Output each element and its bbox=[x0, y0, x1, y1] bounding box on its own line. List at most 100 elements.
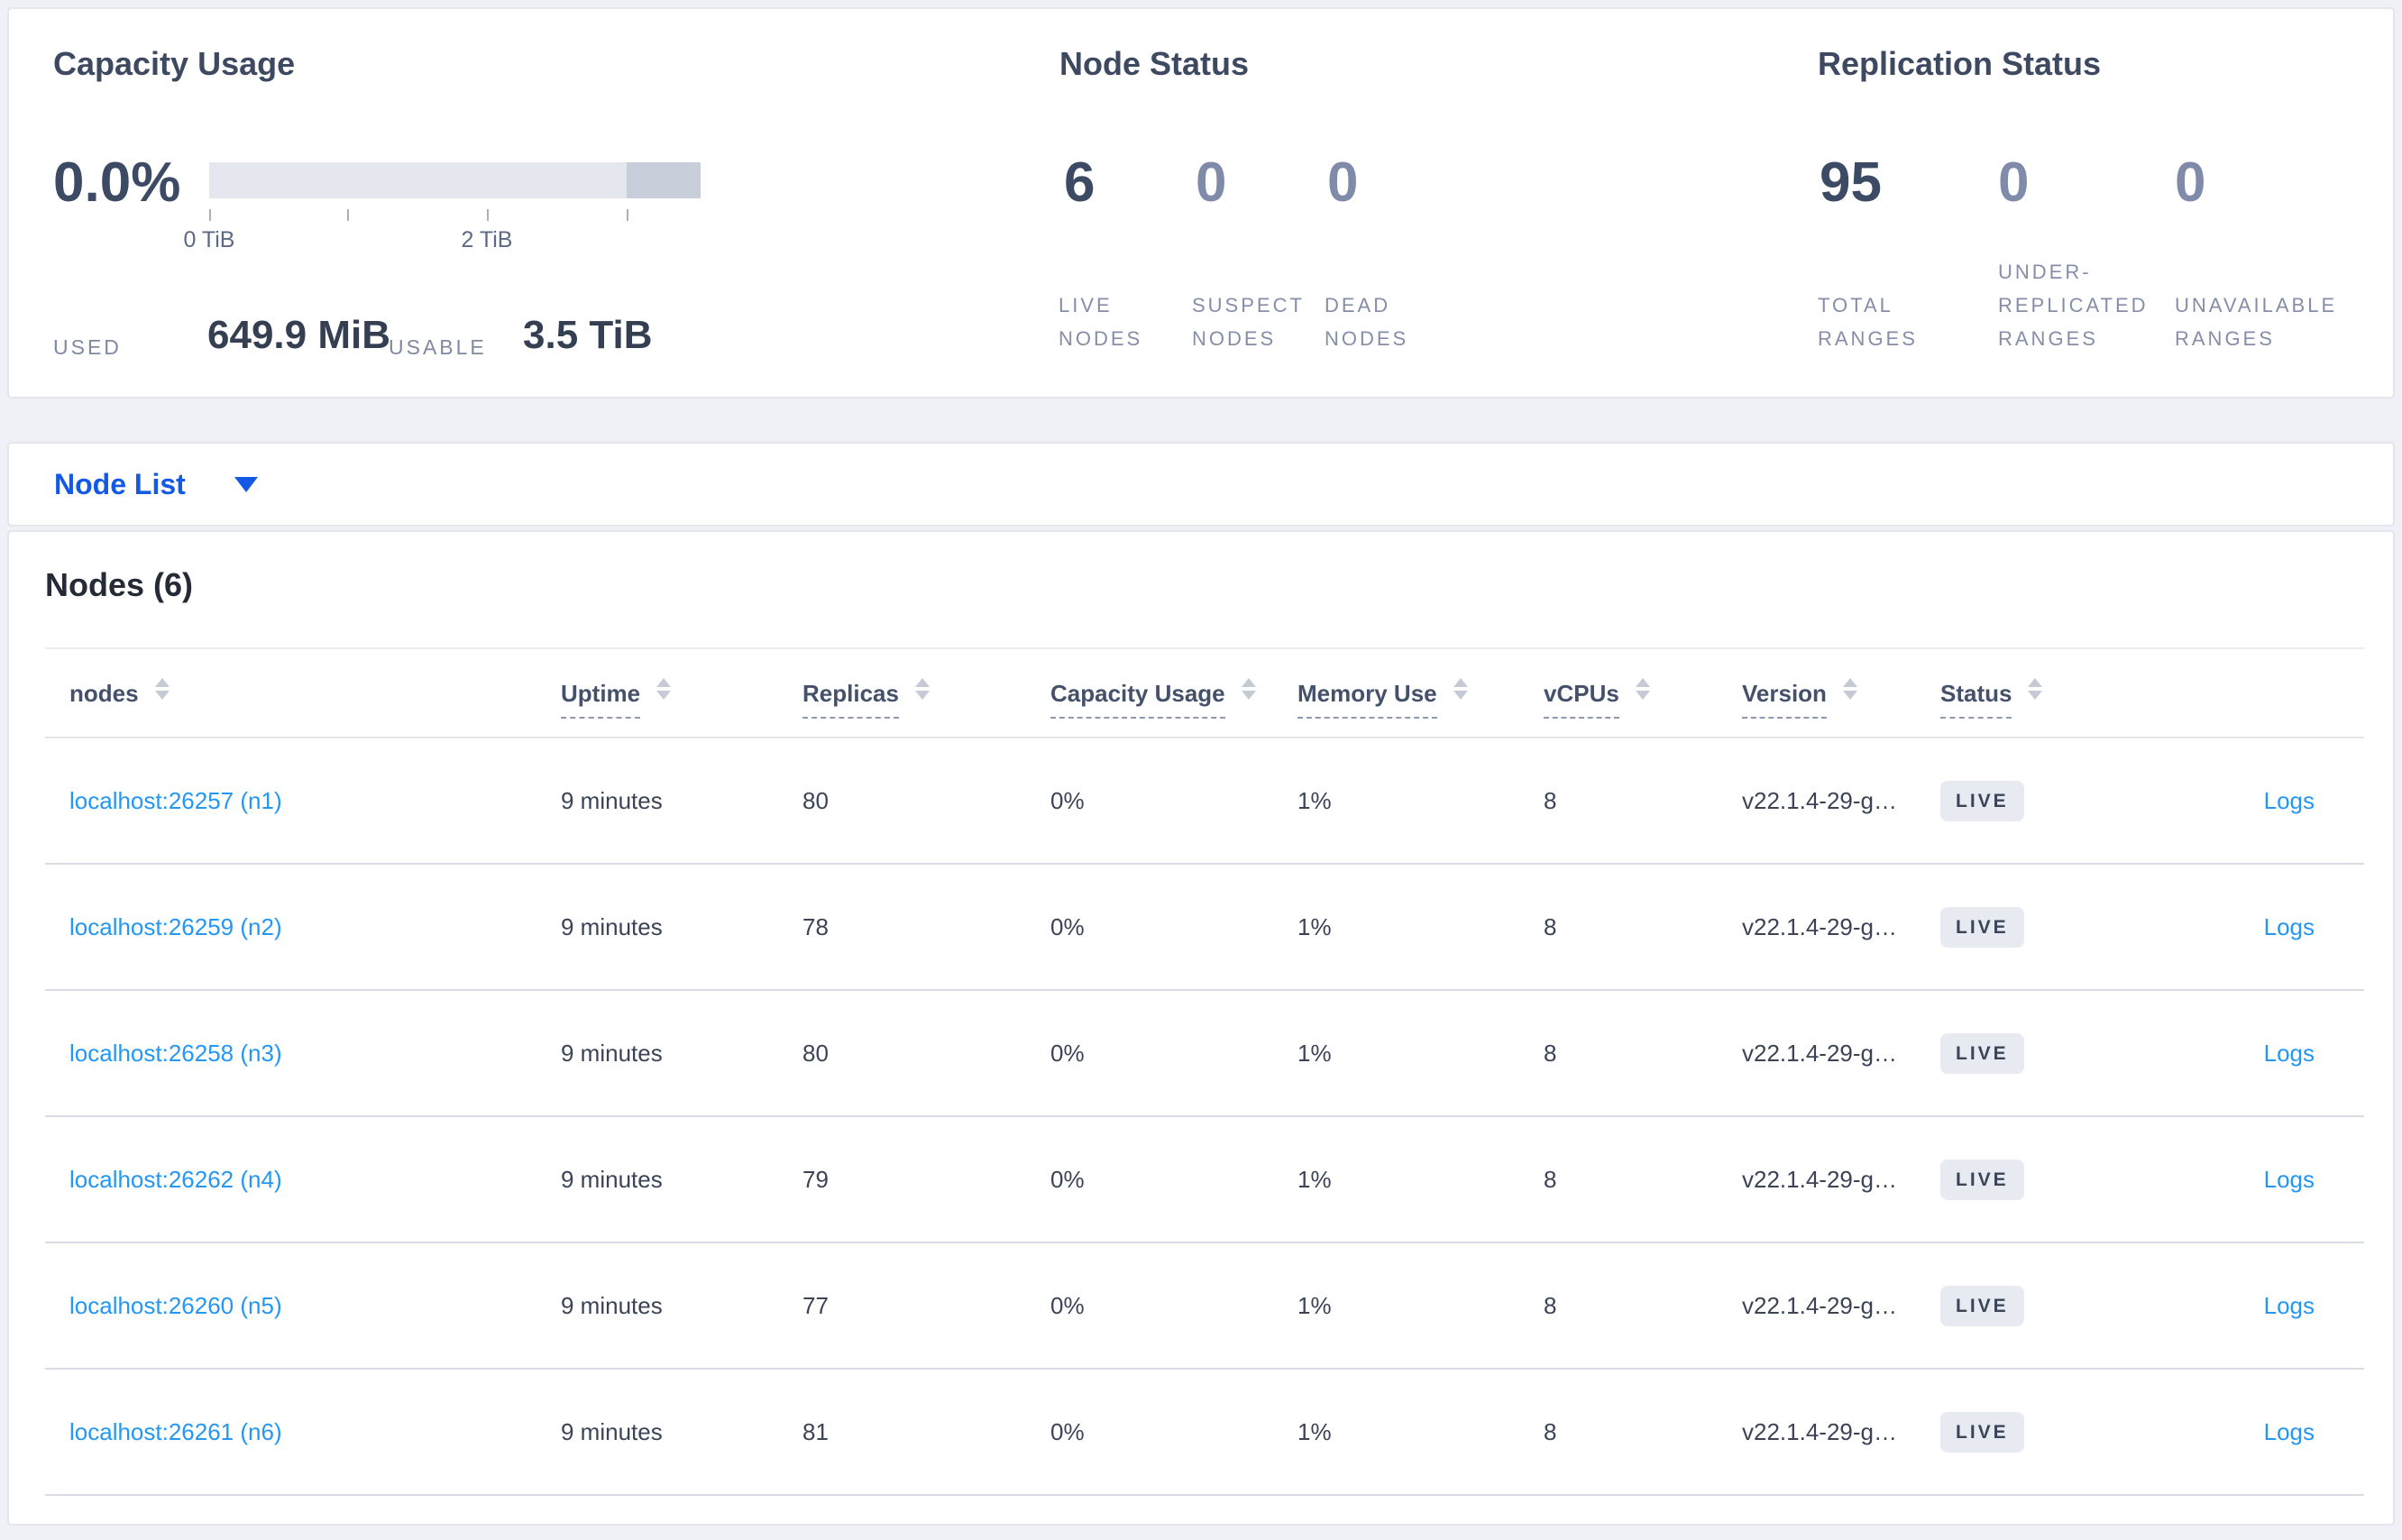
table-row: localhost:26260 (n5) 9 minutes 77 0% 1% … bbox=[45, 1242, 2364, 1369]
vcpus-cell: 8 bbox=[1544, 1039, 1557, 1067]
vcpus-cell: 8 bbox=[1544, 912, 1557, 940]
node-link[interactable]: localhost:26261 (n6) bbox=[69, 1418, 282, 1445]
node-link[interactable]: localhost:26258 (n3) bbox=[69, 1040, 282, 1067]
column-header-logs bbox=[2175, 648, 2364, 738]
capacity-cell: 0% bbox=[1050, 786, 1085, 814]
table-row: localhost:26258 (n3) 9 minutes 80 0% 1% … bbox=[45, 990, 2364, 1116]
capacity-usage-title: Capacity Usage bbox=[53, 45, 296, 82]
column-header-memory-use[interactable]: Memory Use bbox=[1297, 648, 1544, 738]
nodes-table-title: Nodes (6) bbox=[45, 566, 194, 603]
logs-link[interactable]: Logs bbox=[2264, 1292, 2315, 1319]
version-cell: v22.1.4-29-g… bbox=[1742, 1039, 1897, 1067]
axis-tick bbox=[347, 209, 349, 221]
uptime-cell: 9 minutes bbox=[561, 1165, 663, 1193]
sort-icon[interactable] bbox=[1842, 678, 1857, 700]
under-replicated-ranges-count: 0 bbox=[1998, 151, 2030, 214]
column-header-vcpus[interactable]: vCPUs bbox=[1544, 648, 1742, 738]
unavailable-ranges-count: 0 bbox=[2175, 151, 2206, 214]
node-cell: localhost:26258 (n3) bbox=[45, 990, 561, 1116]
axis-tick bbox=[627, 209, 628, 221]
column-header-label: Uptime bbox=[561, 680, 641, 719]
column-header-status[interactable]: Status bbox=[1940, 648, 2175, 738]
sort-icon[interactable] bbox=[1635, 678, 1650, 700]
nodes-table-body: localhost:26257 (n1) 9 minutes 80 0% 1% … bbox=[45, 738, 2364, 1495]
logs-link[interactable]: Logs bbox=[2264, 1166, 2315, 1193]
logs-cell: Logs bbox=[2175, 864, 2364, 990]
capacity-cell: 0% bbox=[1050, 1417, 1085, 1445]
memory-cell: 1% bbox=[1297, 786, 1332, 814]
logs-link[interactable]: Logs bbox=[2264, 1040, 2315, 1067]
axis-tick bbox=[487, 209, 489, 221]
logs-link[interactable]: Logs bbox=[2264, 787, 2315, 814]
status-cell: LIVE bbox=[1940, 1116, 2175, 1242]
memory-cell: 1% bbox=[1297, 1417, 1332, 1445]
status-cell: LIVE bbox=[1940, 1242, 2175, 1369]
column-header-label: Capacity Usage bbox=[1050, 680, 1225, 719]
status-cell: LIVE bbox=[1940, 1369, 2175, 1495]
status-badge: LIVE bbox=[1940, 1159, 2024, 1200]
capacity-cell: 0% bbox=[1050, 1039, 1085, 1067]
column-header-nodes[interactable]: nodes bbox=[45, 648, 561, 738]
version-cell: v22.1.4-29-g… bbox=[1742, 1291, 1897, 1319]
table-row: localhost:26259 (n2) 9 minutes 78 0% 1% … bbox=[45, 864, 2364, 990]
vcpus-cell: 8 bbox=[1544, 786, 1557, 814]
replicas-cell: 80 bbox=[802, 786, 829, 814]
used-label: USED bbox=[53, 335, 122, 359]
column-header-label: vCPUs bbox=[1544, 680, 1619, 719]
logs-cell: Logs bbox=[2175, 1116, 2364, 1242]
node-link[interactable]: localhost:26260 (n5) bbox=[69, 1292, 282, 1319]
sort-icon[interactable] bbox=[914, 678, 930, 700]
status-badge: LIVE bbox=[1940, 906, 2024, 948]
node-list-dropdown-label: Node List bbox=[54, 467, 186, 500]
dead-nodes-label: DEAD NODES bbox=[1325, 294, 1409, 350]
logs-link[interactable]: Logs bbox=[2264, 913, 2315, 940]
logs-link[interactable]: Logs bbox=[2264, 1418, 2315, 1445]
column-header-label: Status bbox=[1940, 680, 2012, 719]
sort-icon[interactable] bbox=[154, 678, 170, 700]
node-link[interactable]: localhost:26262 (n4) bbox=[69, 1166, 282, 1193]
status-cell: LIVE bbox=[1940, 738, 2175, 864]
column-header-uptime[interactable]: Uptime bbox=[561, 648, 802, 738]
sort-icon[interactable] bbox=[2028, 678, 2043, 700]
column-header-label: nodes bbox=[69, 680, 139, 707]
vcpus-cell: 8 bbox=[1544, 1417, 1557, 1445]
version-cell: v22.1.4-29-g… bbox=[1742, 786, 1897, 814]
capacity-cell: 0% bbox=[1050, 1291, 1085, 1319]
column-header-capacity-usage[interactable]: Capacity Usage bbox=[1050, 648, 1297, 738]
axis-tick bbox=[209, 209, 211, 221]
sort-icon[interactable] bbox=[656, 678, 672, 700]
node-list-dropdown[interactable]: Node List bbox=[54, 444, 258, 525]
unavailable-ranges-label: UNAVAILABLE RANGES bbox=[2175, 294, 2338, 350]
live-nodes-count: 6 bbox=[1064, 151, 1096, 214]
used-value: 649.9 MiB bbox=[207, 313, 390, 357]
total-ranges-label: TOTAL RANGES bbox=[1818, 294, 1918, 350]
node-link[interactable]: localhost:26257 (n1) bbox=[69, 787, 282, 814]
replication-status-title: Replication Status bbox=[1818, 45, 2102, 82]
capacity-cell: 0% bbox=[1050, 1165, 1085, 1193]
node-cell: localhost:26260 (n5) bbox=[45, 1242, 561, 1369]
column-header-replicas[interactable]: Replicas bbox=[802, 648, 1050, 738]
under-replicated-ranges-label: UNDER-REPLICATED RANGES bbox=[1998, 261, 2149, 350]
cluster-summary-card: Capacity Usage 0.0% 0 TiB 2 TiB USED 649… bbox=[7, 7, 2395, 399]
column-header-label: Version bbox=[1742, 680, 1827, 719]
status-cell: LIVE bbox=[1940, 990, 2175, 1116]
vcpus-cell: 8 bbox=[1544, 1165, 1557, 1193]
usable-label: USABLE bbox=[389, 335, 487, 359]
node-link[interactable]: localhost:26259 (n2) bbox=[69, 913, 282, 940]
usable-value: 3.5 TiB bbox=[523, 313, 653, 357]
version-cell: v22.1.4-29-g… bbox=[1742, 1165, 1897, 1193]
status-cell: LIVE bbox=[1940, 864, 2175, 990]
vcpus-cell: 8 bbox=[1544, 1291, 1557, 1319]
sort-icon[interactable] bbox=[1453, 678, 1468, 700]
version-cell: v22.1.4-29-g… bbox=[1742, 912, 1897, 940]
replicas-cell: 80 bbox=[802, 1039, 829, 1067]
node-cell: localhost:26262 (n4) bbox=[45, 1116, 561, 1242]
status-badge: LIVE bbox=[1940, 1411, 2024, 1453]
memory-cell: 1% bbox=[1297, 912, 1332, 940]
capacity-usage-percent: 0.0% bbox=[53, 151, 181, 214]
memory-cell: 1% bbox=[1297, 1039, 1332, 1067]
replicas-cell: 77 bbox=[802, 1291, 829, 1319]
node-cell: localhost:26259 (n2) bbox=[45, 864, 561, 990]
sort-icon[interactable] bbox=[1241, 678, 1256, 700]
column-header-version[interactable]: Version bbox=[1742, 648, 1940, 738]
